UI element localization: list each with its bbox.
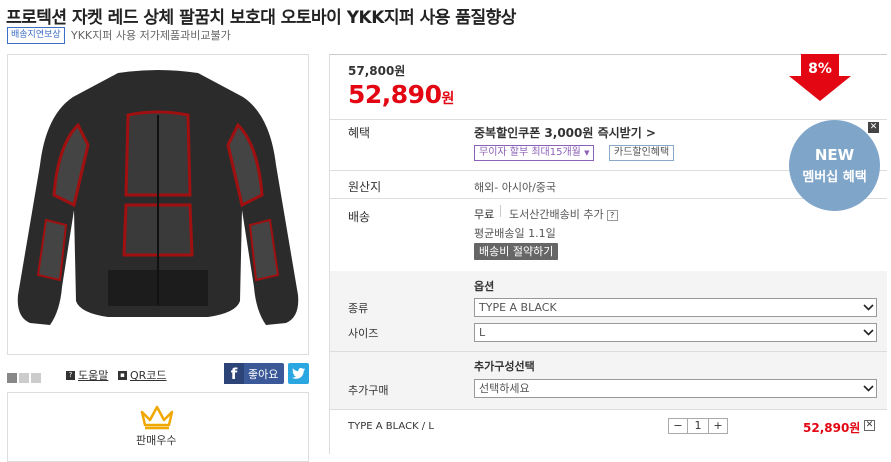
thumbnail-3[interactable]	[31, 373, 41, 383]
option-type-label: 종류	[348, 302, 369, 315]
qr-icon: ▪	[118, 370, 127, 380]
chevron-down-icon	[860, 324, 876, 341]
help-icon: ?	[66, 370, 75, 380]
divider	[500, 205, 501, 217]
sale-price: 52,890원	[348, 80, 454, 109]
original-price: 57,800원	[348, 64, 406, 78]
thumbnail-2[interactable]	[19, 373, 29, 383]
option-size-select[interactable]: L	[474, 323, 877, 342]
divider	[330, 351, 887, 352]
facebook-like-button[interactable]: f 좋아요	[224, 363, 284, 384]
extra-purchase-label: 추가구매	[348, 384, 389, 397]
quantity-value[interactable]: 1	[687, 419, 709, 433]
thumbnail-1[interactable]	[7, 373, 17, 383]
selected-option-name: TYPE A BLACK / L	[348, 421, 434, 432]
decrease-button[interactable]: −	[669, 419, 687, 433]
membership-promo-badge[interactable]: NEW 멤버십 혜택	[789, 120, 880, 211]
save-shipping-button[interactable]: 배송비 절약하기	[474, 243, 559, 260]
shipping-extra: 도서산간배송비 추가?	[509, 206, 618, 222]
average-delivery-days: 평균배송일 1.1일	[474, 227, 556, 240]
card-discount-button[interactable]: 카드할인혜택	[609, 145, 675, 161]
option-size-label: 사이즈	[348, 327, 379, 340]
close-icon[interactable]: ✕	[868, 122, 879, 133]
divider	[330, 119, 887, 120]
twitter-share-button[interactable]	[288, 363, 309, 384]
installment-dropdown[interactable]: 무이자 할부 최대15개월 ▼	[474, 145, 595, 161]
option-type-select[interactable]: TYPE A BLACK	[474, 298, 877, 317]
extra-options-heading: 추가구성선택	[474, 360, 535, 373]
product-title: 프로텍션 자켓 레드 상체 팔꿈치 보호대 오토바이 YKK지퍼 사용 품질향상	[6, 8, 516, 28]
product-subtitle: YKK지퍼 사용 저가제품과비교불가	[71, 29, 231, 42]
product-image[interactable]	[7, 54, 309, 355]
facebook-icon: f	[224, 363, 244, 384]
twitter-icon	[292, 368, 305, 379]
origin-value: 해외- 아시아/중국	[474, 181, 557, 194]
image-thumbnails[interactable]	[7, 368, 43, 387]
chevron-down-icon	[860, 299, 876, 316]
remove-option-button[interactable]: ✕	[864, 420, 875, 431]
quantity-stepper[interactable]: − 1 +	[668, 418, 728, 434]
origin-label: 원산지	[348, 180, 382, 194]
options-heading: 옵션	[474, 280, 495, 293]
delivery-delay-badge: 배송지연보상	[7, 27, 65, 44]
shipping-label: 배송	[348, 210, 371, 224]
crown-icon	[140, 405, 174, 430]
coupon-link[interactable]: 중복할인쿠폰 3,000원 즉시받기 >	[474, 124, 656, 141]
discount-rate: 8%	[808, 61, 832, 77]
qr-code-link[interactable]: ▪ QR코드	[118, 367, 167, 383]
extra-purchase-select[interactable]: 선택하세요	[474, 379, 877, 398]
shipping-free: 무료	[474, 208, 495, 221]
benefit-label: 혜택	[348, 126, 371, 140]
dropdown-arrow-icon: ▼	[584, 149, 590, 157]
help-icon[interactable]: ?	[606, 210, 618, 221]
increase-button[interactable]: +	[709, 419, 727, 433]
selected-option-price: 52,890원	[803, 421, 861, 435]
seller-grade-label: 판매우수	[136, 434, 177, 447]
help-link[interactable]: ? 도움말	[66, 367, 108, 383]
chevron-down-icon	[860, 380, 876, 397]
